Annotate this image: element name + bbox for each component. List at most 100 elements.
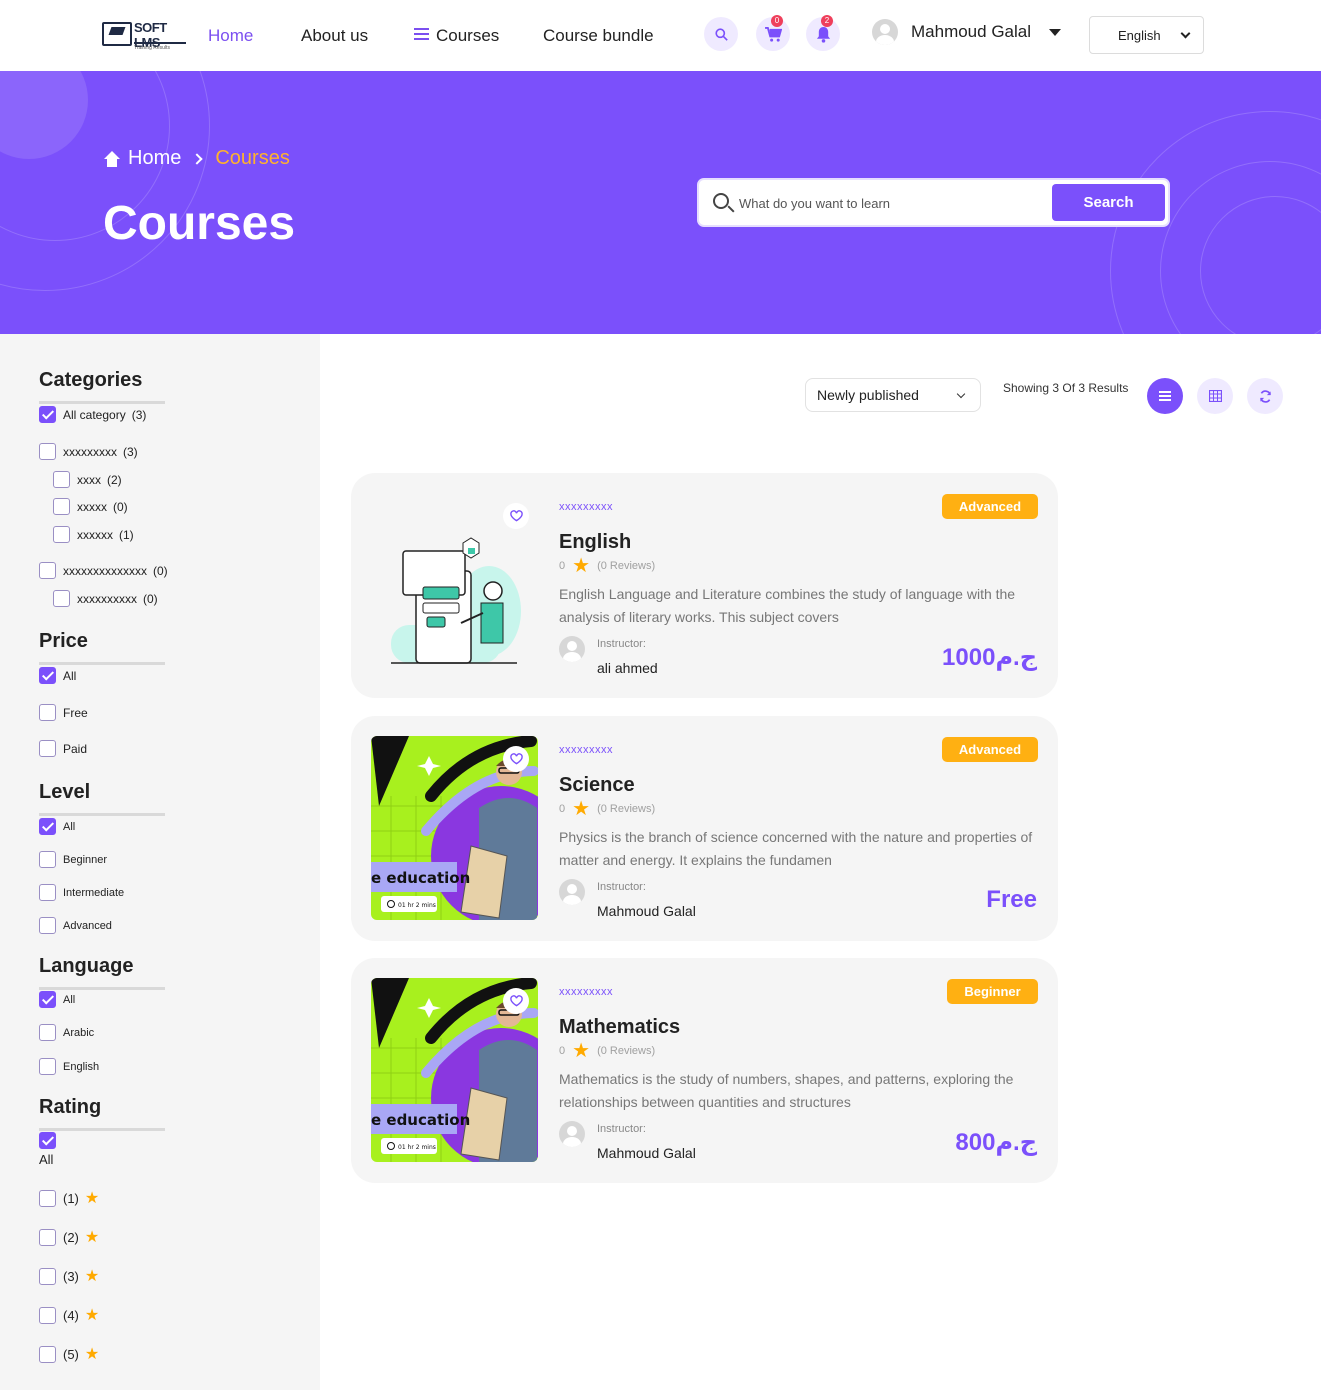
checkbox-checked[interactable] [39,818,56,835]
filter-category-item[interactable]: xxxx (2) [53,471,122,488]
course-category[interactable]: xxxxxxxxx [559,744,613,756]
cart-icon [764,26,782,42]
star-icon: ★ [572,1040,591,1062]
refresh-icon [1259,389,1271,403]
filter-level-advanced[interactable]: Advanced [39,917,112,934]
reviews-count: (0 Reviews) [597,803,656,815]
course-category[interactable]: xxxxxxxxx [559,986,613,998]
filter-heading-rating: Rating [39,1096,166,1131]
checkbox[interactable] [39,443,56,460]
chevron-right-icon [191,152,204,165]
filter-rating-5[interactable]: (5) ★ [39,1344,99,1364]
checkbox[interactable] [39,1189,56,1207]
filter-label: (2) [63,1229,79,1245]
star-icon: ★ [572,798,591,820]
checkbox[interactable] [53,526,70,543]
checkbox[interactable] [39,917,56,934]
list-view-button[interactable] [1147,378,1183,414]
course-description: English Language and Literature combines… [559,586,1016,625]
nav-about-us[interactable]: About us [301,26,368,46]
sort-select[interactable]: Newly published [805,378,981,412]
checkbox[interactable] [39,1306,56,1324]
nav-courses[interactable]: Courses [414,26,499,46]
filter-rating-1[interactable]: (1) ★ [39,1188,99,1208]
filter-price-all[interactable]: All [39,667,76,684]
logo[interactable]: SOFT LMS Training Results [102,20,190,51]
checkbox[interactable] [53,471,70,488]
course-description: Physics is the branch of science concern… [559,829,1033,868]
checkbox-checked[interactable] [39,1132,56,1149]
filter-category-item[interactable]: xxxxxxxxx (3) [39,443,138,460]
star-icon: ★ [84,1190,100,1207]
checkbox[interactable] [39,1228,56,1246]
filter-rating-all-label[interactable]: All [39,1152,53,1167]
grid-view-button[interactable] [1197,378,1233,414]
filter-language-english[interactable]: English [39,1058,99,1075]
checkbox[interactable] [39,1345,56,1363]
instructor-name: Mahmoud Galal [597,1145,696,1161]
star-icon: ★ [84,1307,100,1324]
checkbox[interactable] [39,1267,56,1285]
results-count: Showing 3 Of 3 Results [1003,381,1129,395]
filter-category-item[interactable]: xxxxx (0) [53,498,128,515]
filter-count: (0) [153,563,168,578]
heart-icon [509,995,523,1007]
course-card[interactable]: e education 01 hr 2 mins xxxxxxxxx Advan… [351,716,1058,941]
nav-home[interactable]: Home [208,26,253,46]
filter-category-item[interactable]: xxxxxx (1) [53,526,134,543]
checkbox[interactable] [39,562,56,579]
checkbox-checked[interactable] [39,406,56,423]
course-title[interactable]: English [559,531,631,554]
search-icon [714,27,728,41]
favorite-button[interactable] [503,746,529,772]
level-badge: Advanced [942,737,1038,762]
filter-count: (0) [143,591,158,606]
course-title[interactable]: Science [559,774,635,797]
filter-rating-4[interactable]: (4) ★ [39,1305,99,1325]
checkbox[interactable] [53,498,70,515]
favorite-button[interactable] [503,988,529,1014]
checkbox[interactable] [39,884,56,901]
filter-price-free[interactable]: Free [39,704,88,721]
course-card[interactable]: e education 01 hr 2 mins xxxxxxxxx Begin… [351,958,1058,1183]
checkbox[interactable] [53,590,70,607]
language-select[interactable]: English [1089,16,1204,54]
filter-level-intermediate[interactable]: Intermediate [39,884,124,901]
checkbox[interactable] [39,1058,56,1075]
filter-label: (5) [63,1346,79,1362]
favorite-button[interactable] [503,503,529,529]
checkbox[interactable] [39,740,56,757]
checkbox-checked[interactable] [39,667,56,684]
filter-category-item[interactable]: xxxxxxxxxx (0) [53,590,158,607]
search-button[interactable] [704,17,738,51]
filter-language-all[interactable]: All [39,991,75,1008]
nav-course-bundle[interactable]: Course bundle [543,26,654,46]
search-submit-button[interactable]: Search [1052,184,1165,221]
filter-category-all[interactable]: All category (3) [39,406,146,423]
checkbox[interactable] [39,1024,56,1041]
course-search-input[interactable] [739,190,1039,216]
notifications-button[interactable]: 2 [806,15,840,51]
user-menu[interactable]: Mahmoud Galal [872,17,1062,47]
course-category[interactable]: xxxxxxxxx [559,501,613,513]
heart-icon [509,510,523,522]
filter-category-item[interactable]: xxxxxxxxxxxxxx (0) [39,562,168,579]
cart-button[interactable]: 0 [756,15,790,51]
filter-price-paid[interactable]: Paid [39,740,87,757]
refresh-button[interactable] [1247,378,1283,414]
course-title[interactable]: Mathematics [559,1016,680,1039]
filter-count: (3) [123,444,138,459]
filter-rating-3[interactable]: (3) ★ [39,1266,99,1286]
checkbox-checked[interactable] [39,991,56,1008]
language-value: English [1118,27,1161,43]
breadcrumb: Home Courses [103,147,290,170]
checkbox[interactable] [39,851,56,868]
filter-language-arabic[interactable]: Arabic [39,1024,94,1041]
course-card[interactable]: xxxxxxxxx Advanced English 0 ★ (0 Review… [351,473,1058,698]
checkbox[interactable] [39,704,56,721]
breadcrumb-home[interactable]: Home [128,147,181,170]
filter-level-beginner[interactable]: Beginner [39,851,107,868]
filter-rating-2[interactable]: (2) ★ [39,1227,99,1247]
filter-level-all[interactable]: All [39,818,75,835]
filter-label: All [63,820,76,833]
